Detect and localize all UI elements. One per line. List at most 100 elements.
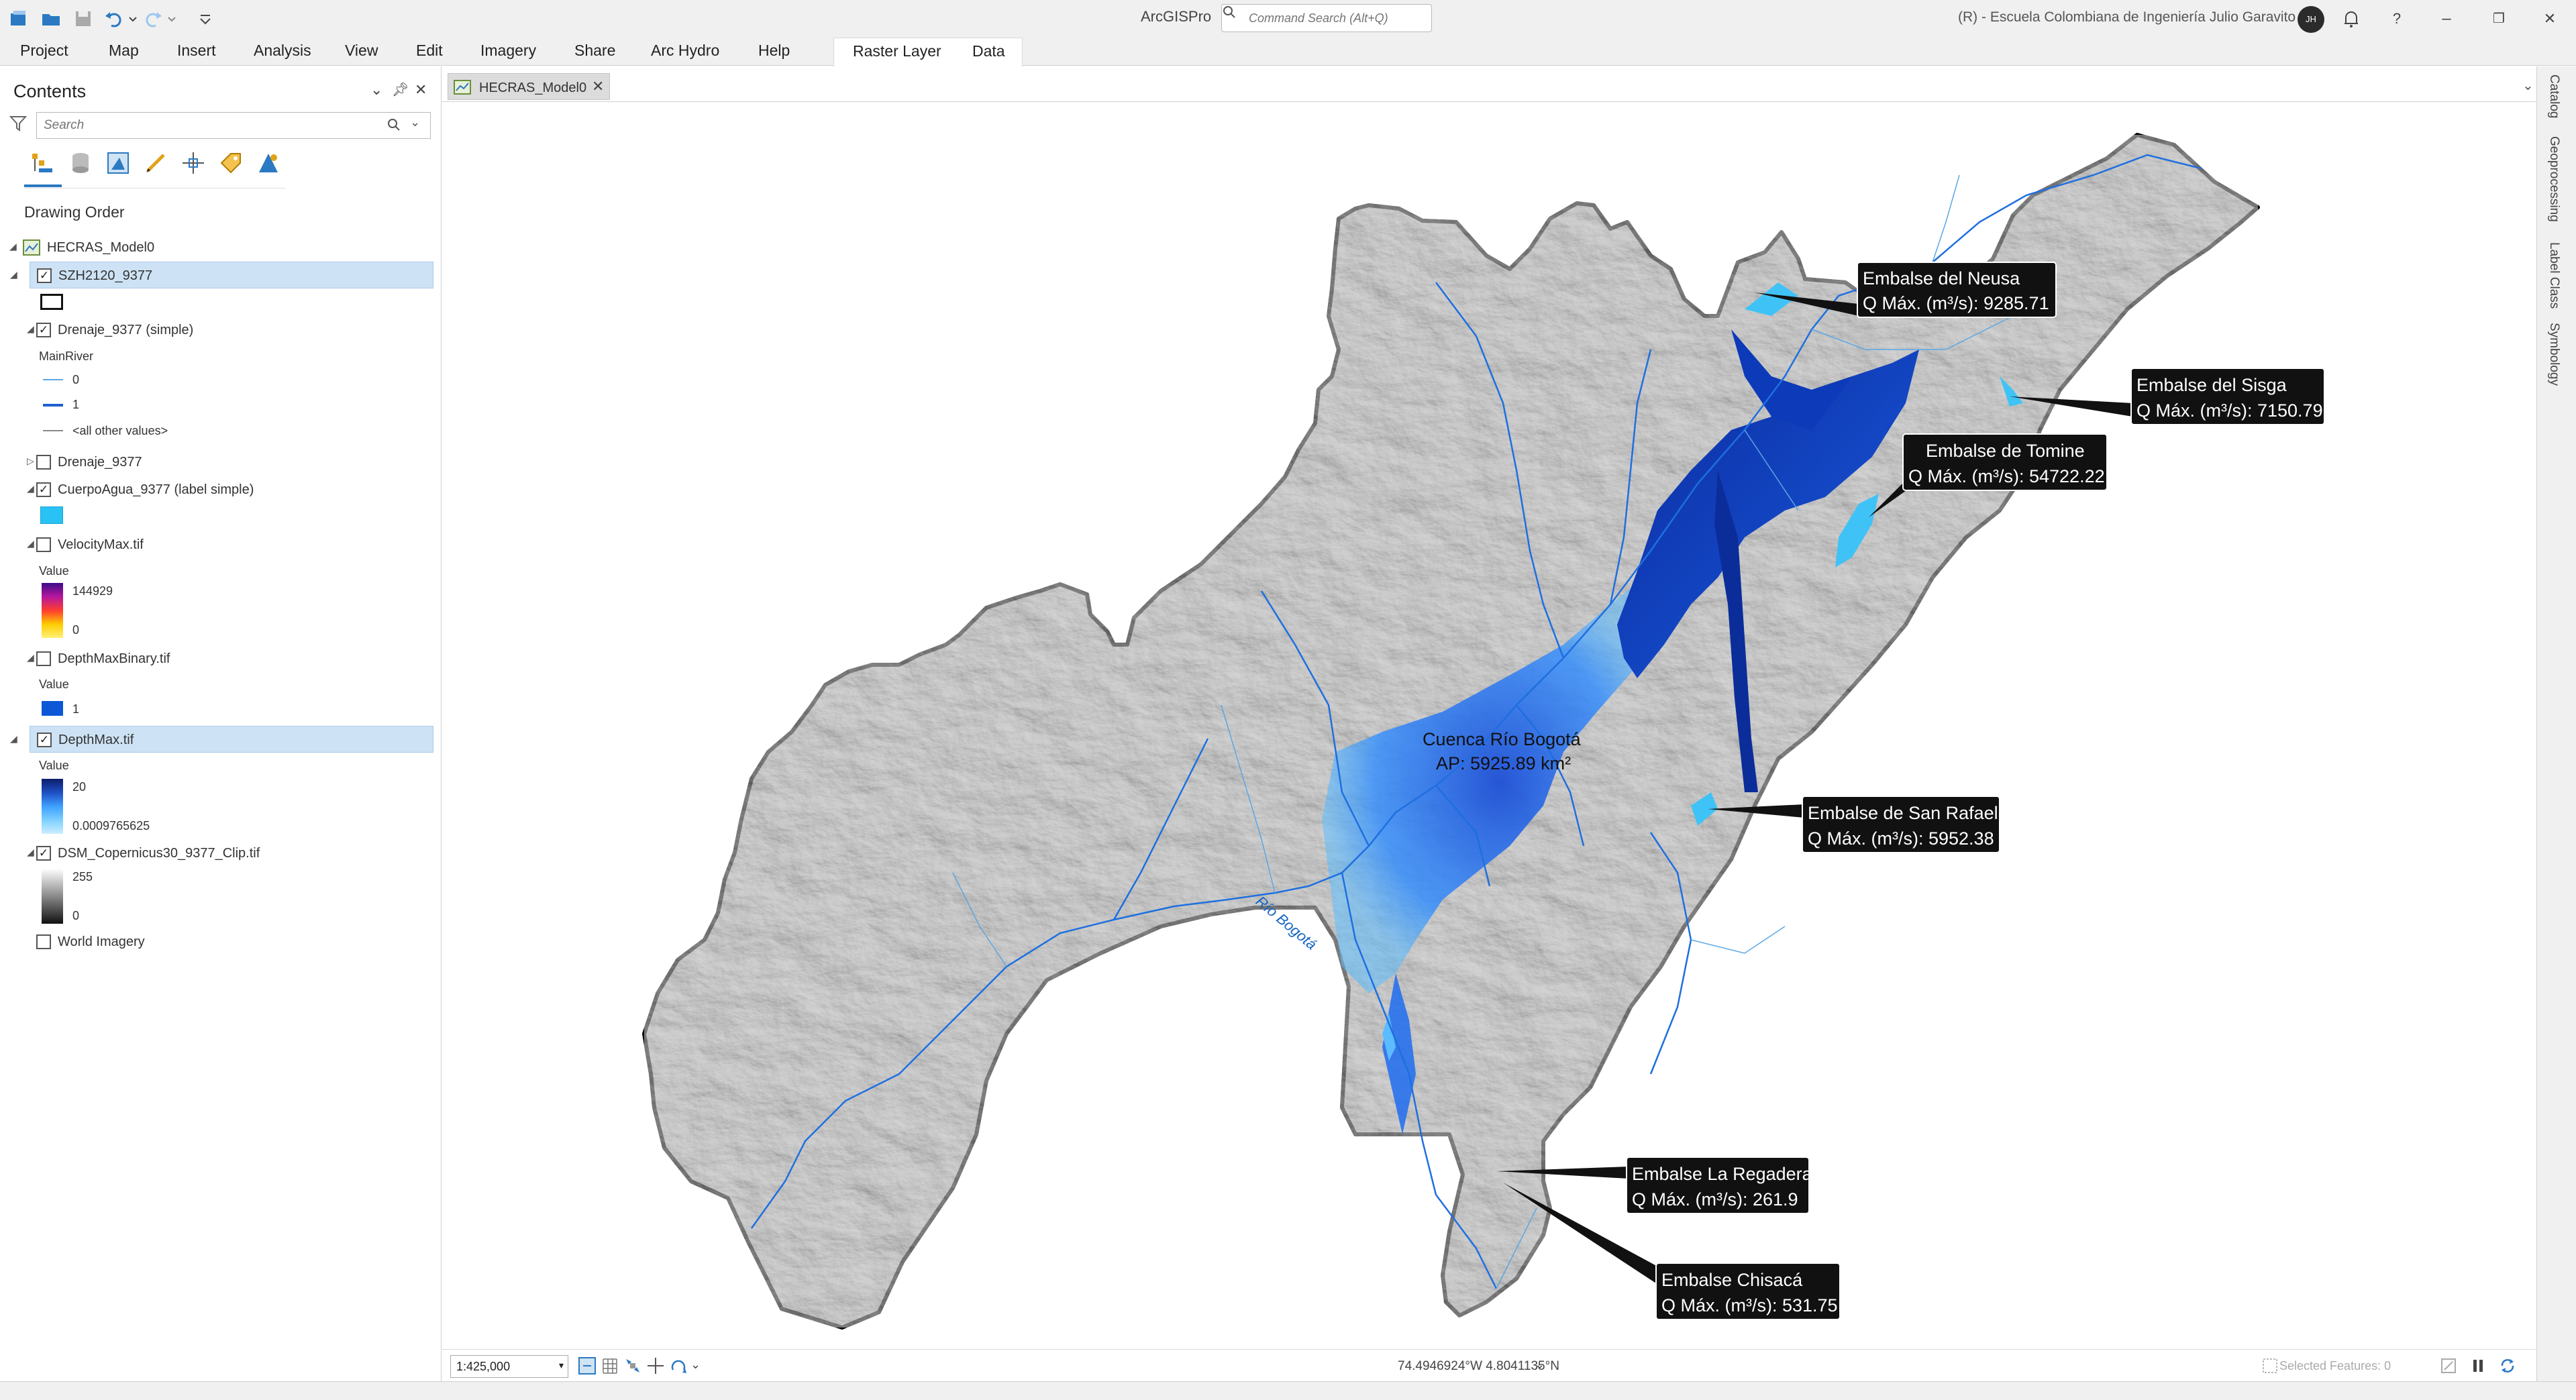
layer-depthmax[interactable]: ◢ ✓ DepthMax.tif: [10, 726, 433, 753]
tab-project[interactable]: Project: [20, 42, 68, 60]
chevron-down-icon[interactable]: ▾: [559, 1360, 564, 1371]
scale-selector[interactable]: 1:425,000 ▾: [450, 1355, 568, 1378]
chevron-down-icon[interactable]: ⌄: [690, 1358, 701, 1372]
map-node[interactable]: ◢ HECRAS_Model0: [0, 234, 433, 261]
refresh-cache-icon[interactable]: [2439, 1356, 2458, 1375]
collapse-icon[interactable]: ◢: [27, 847, 34, 858]
snapping-icon[interactable]: [646, 1356, 665, 1375]
layer-drenaje[interactable]: ▷ Drenaje_9377: [0, 449, 433, 476]
portal-user[interactable]: (R) - Escuela Colombiana de Ingeniería J…: [1958, 9, 2296, 25]
layer-world-imagery[interactable]: World Imagery: [0, 928, 433, 955]
layer-dsm[interactable]: ◢ ✓ DSM_Copernicus30_9377_Clip.tif: [0, 840, 433, 867]
filter-icon[interactable]: [9, 115, 27, 132]
customize-quick-access-icon[interactable]: [195, 8, 216, 30]
layer-velocitymax[interactable]: ◢ VelocityMax.tif: [0, 531, 433, 558]
refresh-icon[interactable]: [2498, 1356, 2517, 1375]
collapse-icon[interactable]: ◢: [9, 241, 17, 252]
close-pane-icon[interactable]: ✕: [415, 81, 427, 99]
list-by-editing-icon[interactable]: [142, 150, 169, 176]
save-project-icon[interactable]: [72, 8, 94, 30]
close-icon[interactable]: ✕: [2536, 5, 2563, 32]
undo-icon[interactable]: [103, 8, 125, 30]
layer-cuerpoagua[interactable]: ◢ ✓ CuerpoAgua_9377 (label simple): [0, 476, 433, 503]
layer-visibility-checkbox[interactable]: [36, 537, 51, 552]
tab-analysis[interactable]: Analysis: [254, 42, 311, 60]
layer-visibility-checkbox[interactable]: ✓: [36, 482, 51, 497]
open-project-icon[interactable]: [40, 8, 62, 30]
dock-tab-catalog[interactable]: Catalog: [2546, 74, 2561, 119]
collapse-icon[interactable]: ◢: [27, 483, 34, 494]
dock-tab-label-class[interactable]: Label Class: [2546, 242, 2561, 309]
polygon-symbol[interactable]: [40, 506, 63, 524]
redo-icon[interactable]: [142, 8, 164, 30]
redo-dropdown-icon[interactable]: [165, 8, 178, 30]
pane-options-icon[interactable]: ⌄: [370, 81, 382, 99]
tab-help[interactable]: Help: [758, 42, 790, 60]
line-symbol[interactable]: [43, 404, 63, 407]
stretch-ramp[interactable]: [42, 779, 63, 834]
undo-dropdown-icon[interactable]: [126, 8, 140, 30]
tab-raster-layer[interactable]: Raster Layer: [853, 42, 941, 60]
tab-imagery[interactable]: Imagery: [480, 42, 536, 60]
layer-drenaje-simple[interactable]: ◢ ✓ Drenaje_9377 (simple): [0, 317, 433, 343]
new-project-icon[interactable]: [8, 8, 30, 30]
minimize-icon[interactable]: –: [2433, 5, 2460, 32]
restore-icon[interactable]: ❐: [2485, 5, 2512, 32]
dock-tab-symbology[interactable]: Symbology: [2546, 323, 2561, 386]
tab-view[interactable]: View: [345, 42, 378, 60]
stretch-ramp[interactable]: [42, 869, 63, 924]
collapse-icon[interactable]: ◢: [27, 538, 34, 549]
line-symbol[interactable]: [43, 430, 63, 431]
list-by-drawing-order-icon[interactable]: [30, 150, 56, 176]
layer-depthmaxbinary[interactable]: ◢ DepthMaxBinary.tif: [0, 645, 433, 672]
tab-map[interactable]: Map: [109, 42, 139, 60]
notifications-icon[interactable]: [2338, 5, 2365, 32]
collapse-icon[interactable]: ◢: [27, 323, 34, 335]
layer-visibility-checkbox[interactable]: ✓: [37, 733, 52, 747]
line-symbol[interactable]: [43, 379, 63, 380]
list-by-source-icon[interactable]: [67, 150, 94, 176]
collapse-icon[interactable]: ◢: [10, 269, 17, 280]
tab-arc-hydro[interactable]: Arc Hydro: [651, 42, 719, 60]
chevron-down-icon[interactable]: ⌄: [410, 115, 420, 129]
collapse-icon[interactable]: ◢: [10, 733, 17, 745]
rotation-icon[interactable]: [669, 1356, 688, 1375]
tab-share[interactable]: Share: [574, 42, 615, 60]
list-by-labeling-icon[interactable]: [217, 150, 244, 176]
help-icon[interactable]: ?: [2383, 5, 2410, 32]
stretch-ramp[interactable]: [42, 583, 63, 638]
command-search-input[interactable]: [1249, 9, 1423, 28]
avatar[interactable]: JH: [2298, 6, 2324, 33]
polygon-symbol[interactable]: [40, 294, 63, 310]
map-canvas[interactable]: Cuenca Río Bogotá AP: 5925.89 km² Río Bo…: [442, 101, 2536, 1349]
contents-search[interactable]: ⌄: [36, 112, 431, 139]
navigation-icon[interactable]: [623, 1356, 642, 1375]
collapse-icon[interactable]: ◢: [27, 652, 34, 663]
pause-drawing-icon[interactable]: [2469, 1356, 2487, 1375]
contents-search-input[interactable]: [44, 117, 379, 134]
layer-visibility-checkbox[interactable]: [36, 934, 51, 949]
layer-visibility-checkbox[interactable]: [36, 651, 51, 666]
chevron-down-icon[interactable]: ⌄: [2522, 77, 2534, 94]
layer-visibility-checkbox[interactable]: ✓: [36, 846, 51, 861]
fixed-zoom-icon[interactable]: [578, 1356, 597, 1375]
pin-icon[interactable]: 📌︎: [392, 81, 409, 98]
layer-szh2120[interactable]: ◢ ✓ SZH2120_9377: [10, 262, 433, 288]
chevron-down-icon[interactable]: ⌄: [1535, 1358, 1545, 1372]
tab-edit[interactable]: Edit: [416, 42, 443, 60]
list-by-perspective-imagery-icon[interactable]: [255, 150, 282, 176]
map-view-tab[interactable]: HECRAS_Model0 ✕: [448, 73, 610, 100]
expand-icon[interactable]: ▷: [27, 455, 34, 467]
map-svg[interactable]: Cuenca Río Bogotá AP: 5925.89 km² Río Bo…: [442, 102, 2536, 1350]
unique-value-symbol[interactable]: [42, 701, 63, 716]
tab-data[interactable]: Data: [972, 42, 1005, 60]
list-by-snapping-icon[interactable]: [180, 150, 207, 176]
layer-visibility-checkbox[interactable]: ✓: [36, 323, 51, 337]
close-tab-icon[interactable]: ✕: [592, 78, 604, 95]
layer-visibility-checkbox[interactable]: [36, 455, 51, 470]
list-by-selection-icon[interactable]: [105, 150, 132, 176]
command-search[interactable]: [1221, 4, 1432, 32]
grid-icon[interactable]: [601, 1356, 619, 1375]
dock-tab-geoprocessing[interactable]: Geoprocessing: [2546, 136, 2561, 222]
layer-visibility-checkbox[interactable]: ✓: [37, 268, 52, 283]
